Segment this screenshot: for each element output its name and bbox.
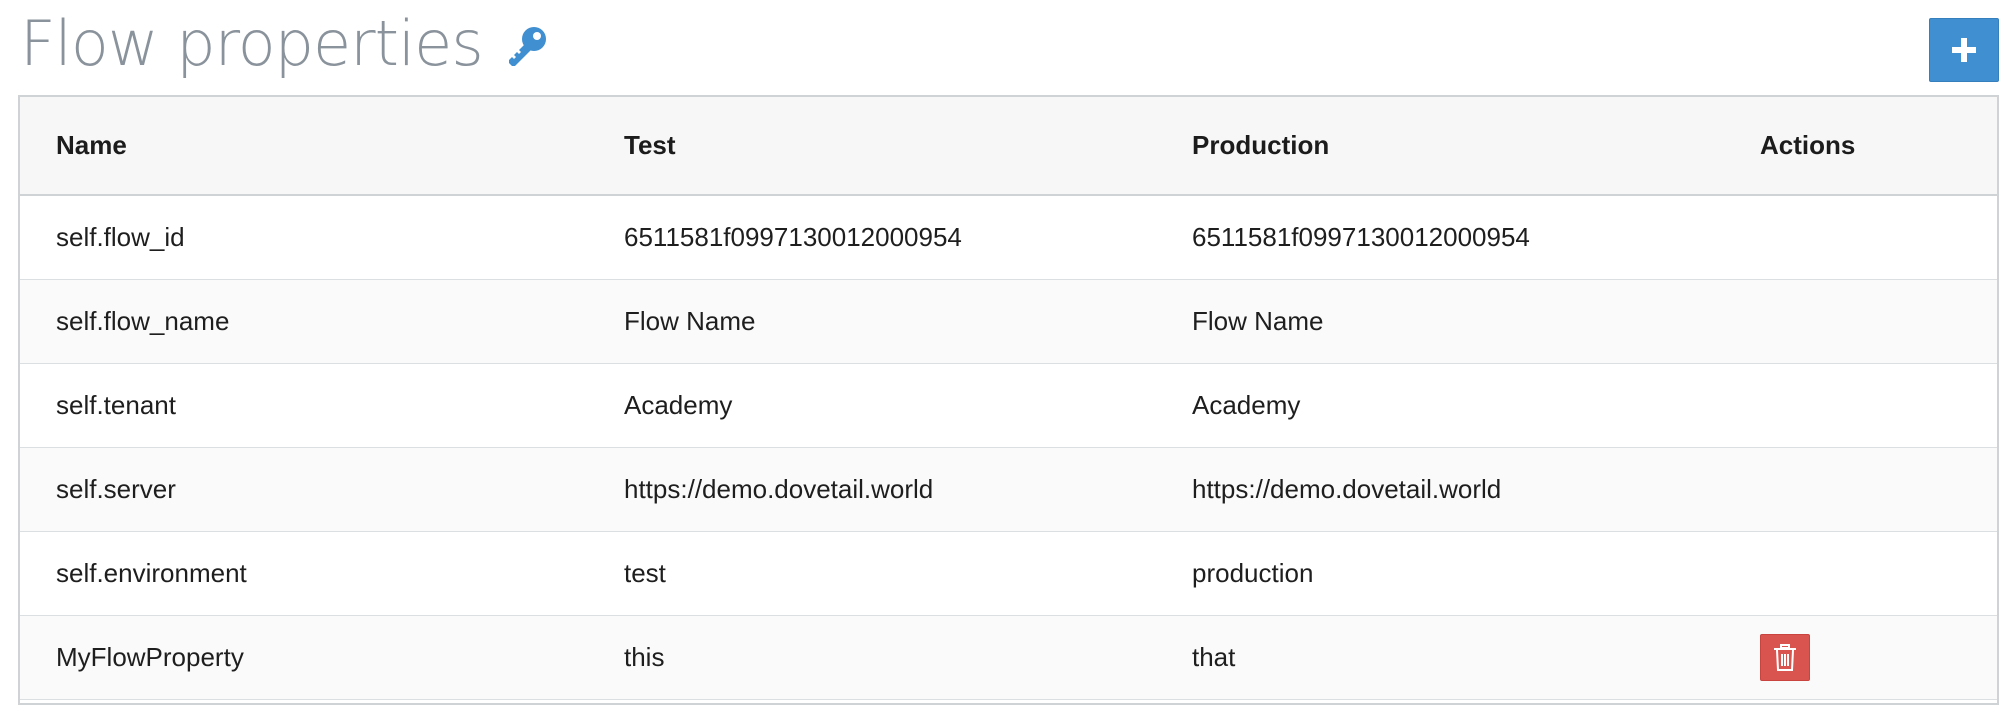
table-row: MyFlowProperty this that xyxy=(20,615,1997,700)
property-actions xyxy=(1724,363,1997,448)
table-row: self.flow_name Flow Name Flow Name xyxy=(20,279,1997,364)
property-actions xyxy=(1724,615,1997,700)
property-test-value: this xyxy=(588,615,1156,700)
property-test-value: Flow Name xyxy=(588,279,1156,364)
table-row: self.flow_id 6511581f0997130012000954 65… xyxy=(20,195,1997,280)
column-header-test: Test xyxy=(588,97,1156,196)
property-name: self.server xyxy=(20,447,588,532)
column-header-name: Name xyxy=(20,97,588,196)
column-header-production: Production xyxy=(1156,97,1724,196)
property-production-value: Flow Name xyxy=(1156,279,1724,364)
property-actions xyxy=(1724,195,1997,280)
table-header-row: Name Test Production Actions xyxy=(20,97,1997,196)
table-row: self.environment test production xyxy=(20,531,1997,616)
flow-properties-table: Name Test Production Actions self.flow_i… xyxy=(18,95,1999,705)
property-name: self.tenant xyxy=(20,363,588,448)
page-header: Flow properties xyxy=(20,0,549,88)
property-production-value: https://demo.dovetail.world xyxy=(1156,447,1724,532)
key-icon xyxy=(503,24,549,70)
plus-icon xyxy=(1952,38,1976,62)
trash-icon xyxy=(1774,643,1796,671)
property-production-value: production xyxy=(1156,531,1724,616)
property-test-value: test xyxy=(588,531,1156,616)
property-test-value: https://demo.dovetail.world xyxy=(588,447,1156,532)
property-name: MyFlowProperty xyxy=(20,615,588,700)
property-test-value: 6511581f0997130012000954 xyxy=(588,195,1156,280)
property-production-value: Academy xyxy=(1156,363,1724,448)
property-name: self.environment xyxy=(20,531,588,616)
table-row: self.server https://demo.dovetail.world … xyxy=(20,447,1997,532)
property-test-value: Academy xyxy=(588,363,1156,448)
add-property-button[interactable] xyxy=(1929,18,1999,82)
property-actions xyxy=(1724,279,1997,364)
column-header-actions: Actions xyxy=(1724,97,1997,196)
property-name: self.flow_name xyxy=(20,279,588,364)
property-name: self.flow_id xyxy=(20,195,588,280)
table-row: self.tenant Academy Academy xyxy=(20,363,1997,448)
property-production-value: that xyxy=(1156,615,1724,700)
property-actions xyxy=(1724,531,1997,616)
delete-property-button[interactable] xyxy=(1760,634,1810,681)
property-actions xyxy=(1724,447,1997,532)
property-production-value: 6511581f0997130012000954 xyxy=(1156,195,1724,280)
page-title: Flow properties xyxy=(20,7,484,80)
